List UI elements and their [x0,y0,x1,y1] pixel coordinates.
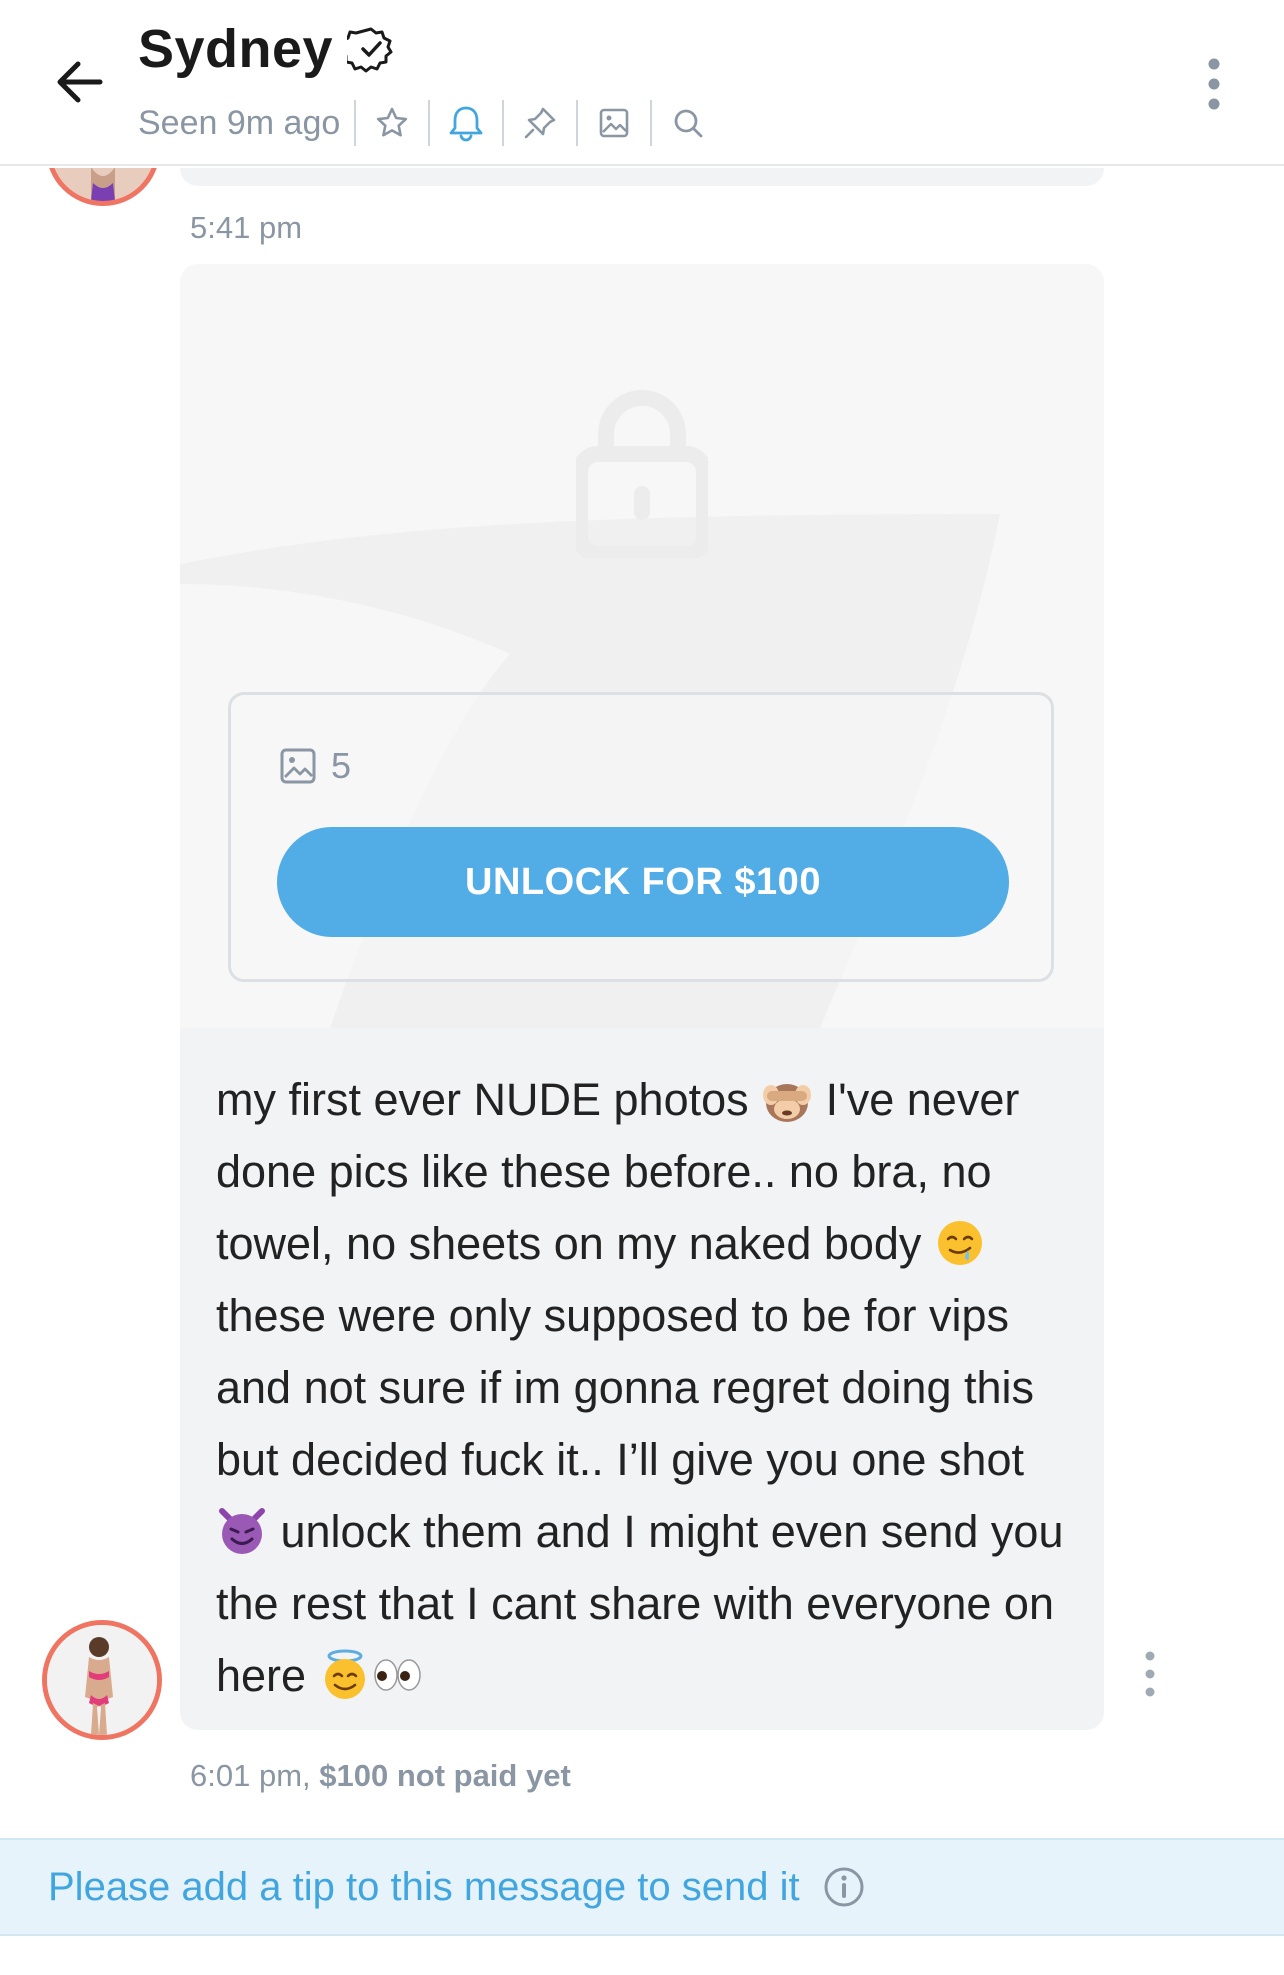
halo-face-icon [324,1649,365,1699]
divider [502,100,505,146]
bell-icon[interactable] [444,101,488,145]
divider [354,100,357,146]
chat-subheader: Seen 9m ago [138,96,710,150]
media-count-value: 5 [331,745,352,786]
chat-header: Sydney Seen 9m ago [0,0,1284,166]
lock-icon [576,390,708,558]
message-bubble[interactable]: my first ever NUDE photos I've never don… [180,1028,1104,1730]
message-meta: 6:01 pm, $100 not paid yet [190,1758,571,1794]
info-icon[interactable] [822,1865,866,1909]
chat-title-row: Sydney [138,18,395,80]
message-text: my first ever NUDE photos I've never don… [216,1064,1076,1712]
payment-status: $100 not paid yet [319,1758,571,1793]
unlock-button[interactable]: UNLOCK FOR $100 [277,827,1009,937]
locked-media-card[interactable]: 5 UNLOCK FOR $100 [180,264,1104,1028]
pin-icon[interactable] [518,101,562,145]
media-count: 5 [279,745,351,787]
message-feed[interactable]: 5:41 pm 5 UNLOCK FOR $100 my first ever … [0,168,1284,1838]
tip-notice-bar[interactable]: Please add a tip to this message to send… [0,1838,1284,1936]
message-options-icon[interactable] [1136,1648,1164,1700]
image-icon [280,748,316,784]
avatar[interactable] [42,1620,162,1740]
search-icon[interactable] [666,101,710,145]
divider [650,100,653,146]
back-arrow-icon[interactable] [48,50,112,114]
message-text-segment: my first ever NUDE photos [216,1074,762,1125]
unlock-panel: 5 UNLOCK FOR $100 [228,692,1054,982]
star-icon[interactable] [370,101,414,145]
message-timestamp: 6:01 pm, [190,1758,311,1793]
drooling-face-icon [937,1221,982,1265]
avatar[interactable] [46,168,160,206]
eyes-icon [373,1659,421,1691]
divider [428,100,431,146]
smiling-devil-icon [219,1508,265,1554]
see-no-evil-monkey-icon [763,1084,812,1122]
gallery-icon[interactable] [592,101,636,145]
message-timestamp: 5:41 pm [190,210,303,245]
verified-badge-icon [347,27,393,73]
last-seen-status: Seen 9m ago [138,103,341,142]
message-text-segment: these were only supposed to be for vips … [216,1290,1034,1485]
contact-name[interactable]: Sydney [138,18,333,80]
tip-notice-text[interactable]: Please add a tip to this message to send… [48,1865,800,1910]
previous-message-bubble [180,168,1104,186]
divider [576,100,579,146]
more-vertical-icon[interactable] [1196,56,1232,112]
